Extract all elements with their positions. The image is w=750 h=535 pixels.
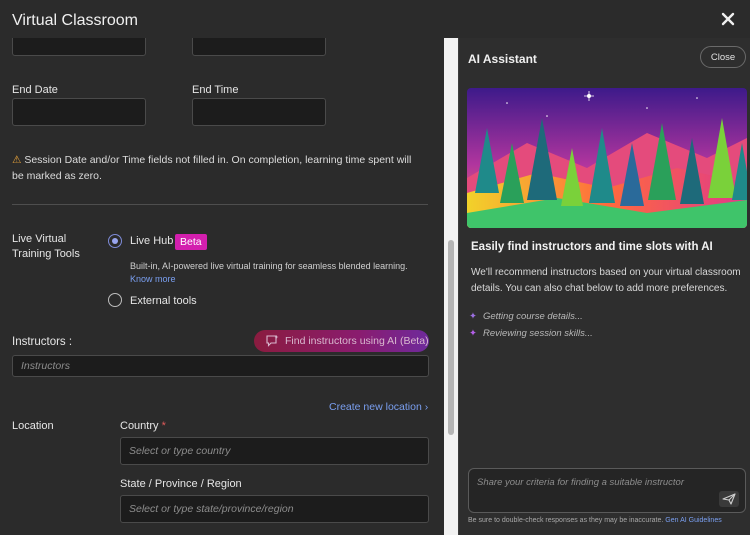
sparkle-icon: ✦	[469, 328, 477, 339]
instructors-input[interactable]: Instructors	[12, 355, 429, 377]
country-label: Country *	[120, 420, 166, 432]
warning-triangle-icon: ⚠	[12, 154, 22, 166]
find-instructors-label: Find instructors using AI (Beta)	[285, 335, 429, 347]
start-date-input[interactable]	[12, 38, 146, 56]
state-placeholder: Select or type state/province/region	[129, 503, 294, 515]
assistant-heading: Easily find instructors and time slots w…	[471, 241, 713, 253]
external-tools-label[interactable]: External tools	[130, 295, 197, 307]
live-hub-label[interactable]: Live Hub	[130, 235, 173, 247]
disclaimer: Be sure to double-check responses as the…	[468, 517, 722, 524]
required-mark: *	[161, 420, 166, 432]
end-time-label: End Time	[192, 84, 239, 96]
disclaimer-text: Be sure to double-check responses as the…	[468, 517, 664, 524]
warning-text: Session Date and/or Time fields not fill…	[12, 154, 412, 182]
state-label: State / Province / Region	[120, 478, 242, 490]
live-hub-desc-text: Built-in, AI-powered live virtual traini…	[130, 261, 408, 271]
create-location-label: Create new location	[329, 401, 422, 413]
chat-input[interactable]: Share your criteria for finding a suitab…	[468, 468, 746, 513]
time-warning: ⚠ Session Date and/or Time fields not fi…	[12, 152, 422, 184]
gen-ai-guidelines-link[interactable]: Gen AI Guidelines	[665, 517, 721, 524]
sparkle-icon: ✦	[469, 311, 477, 322]
end-date-label: End Date	[12, 84, 58, 96]
location-label: Location	[12, 420, 54, 432]
live-hub-description: Built-in, AI-powered live virtual traini…	[130, 260, 425, 286]
ai-assistant-title: AI Assistant	[468, 52, 537, 66]
live-tools-label: Live Virtual Training Tools	[12, 233, 80, 260]
forest-illustration	[467, 88, 747, 228]
country-label-text: Country	[120, 420, 159, 432]
step-text: Reviewing session skills...	[482, 328, 593, 339]
beta-badge: Beta	[175, 234, 207, 250]
live-hub-radio[interactable]	[108, 234, 122, 248]
form-scrollbar-thumb[interactable]	[448, 240, 454, 435]
country-select[interactable]: Select or type country	[120, 437, 429, 465]
find-instructors-ai-button[interactable]: Find instructors using AI (Beta)	[254, 330, 429, 352]
ai-chat-icon	[266, 335, 279, 347]
external-tools-radio[interactable]	[108, 293, 122, 307]
know-more-link[interactable]: Know more	[130, 274, 176, 284]
chevron-right-icon: ›	[424, 401, 429, 413]
send-icon	[722, 493, 736, 505]
section-divider	[12, 204, 428, 205]
send-button[interactable]	[719, 491, 739, 507]
ai-assistant-panel: AI Assistant Close Easily find instructo…	[458, 38, 750, 535]
progress-step: ✦ Reviewing session skills...	[469, 328, 593, 339]
close-icon[interactable]	[720, 11, 736, 27]
step-text: Getting course details...	[482, 311, 583, 322]
country-placeholder: Select or type country	[129, 445, 231, 457]
chat-placeholder: Share your criteria for finding a suitab…	[477, 477, 684, 488]
close-assistant-button[interactable]: Close	[700, 46, 746, 68]
instructors-placeholder: Instructors	[21, 360, 71, 372]
state-select[interactable]: Select or type state/province/region	[120, 495, 429, 523]
end-time-input[interactable]	[192, 98, 326, 126]
form-panel: End Date End Time ⚠ Session Date and/or …	[0, 38, 444, 535]
instructors-label: Instructors :	[12, 336, 73, 348]
window-title: Virtual Classroom	[12, 12, 138, 29]
create-location-link[interactable]: Create new location ›	[329, 401, 428, 413]
start-time-input[interactable]	[192, 38, 326, 56]
end-date-input[interactable]	[12, 98, 146, 126]
title-bar: Virtual Classroom	[0, 0, 750, 40]
progress-step: ✦ Getting course details...	[469, 311, 583, 322]
assistant-body: We'll recommend instructors based on you…	[471, 267, 741, 294]
